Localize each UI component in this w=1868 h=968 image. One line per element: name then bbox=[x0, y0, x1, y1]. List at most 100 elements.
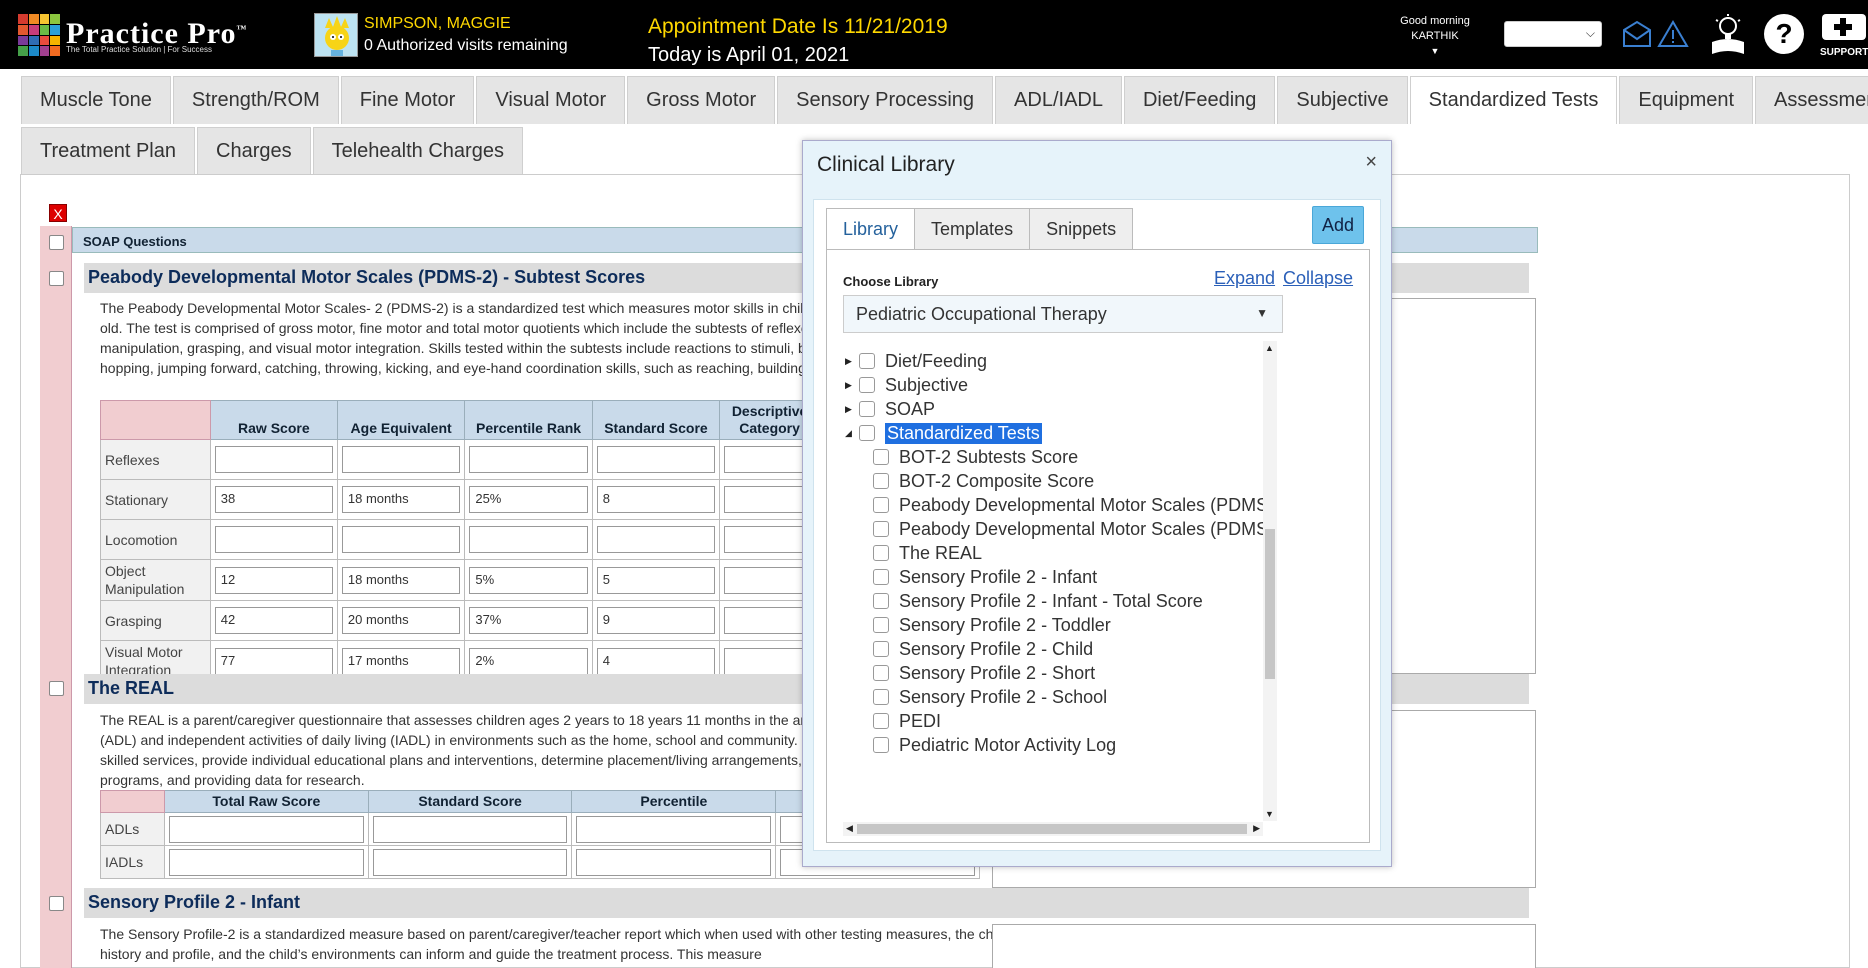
tree-item[interactable]: Sensory Profile 2 - Toddler bbox=[873, 613, 1111, 637]
age-equivalent-input[interactable]: 20 months bbox=[341, 607, 461, 634]
age-equivalent-input[interactable] bbox=[341, 446, 461, 473]
tree-item-checkbox[interactable] bbox=[859, 353, 875, 369]
location-select[interactable]: ⌵ bbox=[1504, 21, 1602, 47]
tab-strength-rom[interactable]: Strength/ROM bbox=[172, 76, 339, 124]
raw-score-input[interactable]: 42 bbox=[214, 607, 333, 634]
library-select[interactable]: Pediatric Occupational Therapy ▼ bbox=[843, 295, 1283, 333]
standard-score-input[interactable] bbox=[596, 526, 716, 553]
tree-item-checkbox[interactable] bbox=[873, 521, 889, 537]
user-greeting[interactable]: Good morning KARTHIK ▼ bbox=[1390, 14, 1480, 59]
tree-item-checkbox[interactable] bbox=[873, 617, 889, 633]
tab-subjective[interactable]: Subjective bbox=[1277, 76, 1408, 124]
tree-item[interactable]: Sensory Profile 2 - Child bbox=[873, 637, 1093, 661]
tab-equipment[interactable]: Equipment bbox=[1619, 76, 1754, 124]
tab-snippets[interactable]: Snippets bbox=[1029, 208, 1134, 250]
tree-item-checkbox[interactable] bbox=[873, 665, 889, 681]
tree-item[interactable]: ▶ Subjective bbox=[845, 373, 968, 397]
percentile-rank-input[interactable] bbox=[469, 526, 588, 553]
tab-gross-motor[interactable]: Gross Motor bbox=[627, 76, 776, 124]
close-icon[interactable]: × bbox=[1365, 151, 1377, 174]
raw-score-input[interactable] bbox=[214, 526, 333, 553]
collapse-link[interactable]: Collapse bbox=[1283, 268, 1353, 289]
tab-charges[interactable]: Charges bbox=[197, 127, 311, 175]
tab-treatment-plan[interactable]: Treatment Plan bbox=[21, 127, 195, 175]
tab-telehealth-charges[interactable]: Telehealth Charges bbox=[312, 127, 523, 175]
standard-score-input[interactable]: 4 bbox=[596, 647, 716, 675]
tab-templates[interactable]: Templates bbox=[914, 208, 1031, 250]
tab-assessment[interactable]: Assessment bbox=[1755, 76, 1868, 124]
percentile-rank-input[interactable]: 2% bbox=[469, 647, 588, 675]
practice-pro-logo[interactable]: Practice Pro™ The Total Practice Solutio… bbox=[18, 14, 248, 56]
tree-item-checkbox[interactable] bbox=[859, 377, 875, 393]
tree-item-checkbox[interactable] bbox=[873, 473, 889, 489]
scroll-thumb[interactable] bbox=[1265, 529, 1275, 679]
tree-item[interactable]: Peabody Developmental Motor Scales (PDMS… bbox=[873, 517, 1263, 541]
delete-button[interactable]: X bbox=[49, 204, 67, 222]
standard-score-input[interactable]: 9 bbox=[596, 607, 716, 634]
expand-link[interactable]: Expand bbox=[1214, 268, 1275, 289]
raw-score-input[interactable]: 38 bbox=[214, 486, 333, 513]
tree-item[interactable]: BOT-2 Subtests Score bbox=[873, 445, 1078, 469]
patient-name[interactable]: SIMPSON, MAGGIE bbox=[364, 15, 511, 33]
tree-item-checkbox[interactable] bbox=[873, 689, 889, 705]
tree-item-checkbox[interactable] bbox=[873, 641, 889, 657]
tree-item-checkbox[interactable] bbox=[873, 737, 889, 753]
tree-item-checkbox[interactable] bbox=[859, 401, 875, 417]
tree-item-checkbox[interactable] bbox=[873, 449, 889, 465]
help-icon[interactable]: ? bbox=[1762, 12, 1806, 56]
standard-score-input[interactable]: 8 bbox=[596, 486, 716, 513]
standard-score-input[interactable]: 5 bbox=[596, 566, 716, 594]
total-raw-score-input[interactable] bbox=[168, 848, 364, 876]
tree-item[interactable]: The REAL bbox=[873, 541, 982, 565]
tree-item[interactable]: Pediatric Motor Activity Log bbox=[873, 733, 1116, 757]
tree-item-checkbox[interactable] bbox=[859, 425, 875, 441]
percentile-rank-input[interactable]: 5% bbox=[469, 566, 588, 594]
age-equivalent-input[interactable]: 17 months bbox=[341, 647, 461, 675]
standard-score-input[interactable] bbox=[596, 446, 716, 473]
age-equivalent-input[interactable] bbox=[341, 526, 461, 553]
tree-item[interactable]: ◢ Standardized Tests bbox=[845, 421, 1042, 445]
total-raw-score-input[interactable] bbox=[168, 815, 364, 843]
lightbulb-icon[interactable] bbox=[1706, 12, 1750, 58]
percentile-input[interactable] bbox=[576, 848, 772, 876]
add-button[interactable]: Add bbox=[1312, 206, 1364, 244]
tree-item[interactable]: ▶ Diet/Feeding bbox=[845, 349, 987, 373]
tree-item[interactable]: Sensory Profile 2 - School bbox=[873, 685, 1107, 709]
support-icon[interactable]: SUPPORT bbox=[1820, 12, 1868, 60]
percentile-rank-input[interactable] bbox=[469, 446, 588, 473]
raw-score-input[interactable]: 12 bbox=[214, 566, 333, 594]
scroll-up-icon[interactable]: ▲ bbox=[1265, 343, 1274, 353]
standard-score-input[interactable] bbox=[372, 815, 568, 843]
tree-item-checkbox[interactable] bbox=[873, 569, 889, 585]
tab-adl-iadl[interactable]: ADL/IADL bbox=[995, 76, 1122, 124]
tree-horizontal-scrollbar[interactable]: ◀ ▶ bbox=[843, 822, 1263, 836]
tab-fine-motor[interactable]: Fine Motor bbox=[340, 76, 475, 124]
expand-arrow-icon[interactable]: ▶ bbox=[845, 380, 859, 391]
expand-arrow-icon[interactable]: ▶ bbox=[845, 356, 859, 367]
tree-item[interactable]: ▶ SOAP bbox=[845, 397, 935, 421]
scroll-right-icon[interactable]: ▶ bbox=[1253, 823, 1260, 834]
raw-score-input[interactable] bbox=[214, 446, 333, 473]
tree-item[interactable]: PEDI bbox=[873, 709, 941, 733]
tab-library[interactable]: Library bbox=[826, 208, 916, 250]
tree-item-checkbox[interactable] bbox=[873, 497, 889, 513]
select-all-checkbox[interactable] bbox=[49, 235, 64, 250]
scroll-down-icon[interactable]: ▼ bbox=[1265, 809, 1274, 819]
scroll-left-icon[interactable]: ◀ bbox=[846, 823, 853, 834]
chevron-down-icon[interactable]: ▼ bbox=[1390, 44, 1480, 59]
tab-diet-feeding[interactable]: Diet/Feeding bbox=[1123, 76, 1276, 124]
patient-avatar[interactable] bbox=[314, 13, 358, 57]
tree-item-checkbox[interactable] bbox=[873, 713, 889, 729]
tree-item-checkbox[interactable] bbox=[873, 545, 889, 561]
tree-item[interactable]: Sensory Profile 2 - Infant bbox=[873, 565, 1097, 589]
sp2-checkbox[interactable] bbox=[49, 896, 64, 911]
tab-visual-motor[interactable]: Visual Motor bbox=[476, 76, 626, 124]
expand-arrow-icon[interactable]: ▶ bbox=[845, 404, 859, 415]
tab-standardized-tests[interactable]: Standardized Tests bbox=[1409, 76, 1618, 124]
tab-sensory-processing[interactable]: Sensory Processing bbox=[777, 76, 994, 124]
tree-item[interactable]: Sensory Profile 2 - Infant - Total Score bbox=[873, 589, 1203, 613]
sp2-notes-textarea[interactable] bbox=[992, 924, 1536, 968]
standard-score-input[interactable] bbox=[372, 848, 568, 876]
tree-item[interactable]: Sensory Profile 2 - Short bbox=[873, 661, 1095, 685]
percentile-rank-input[interactable]: 37% bbox=[469, 607, 588, 634]
